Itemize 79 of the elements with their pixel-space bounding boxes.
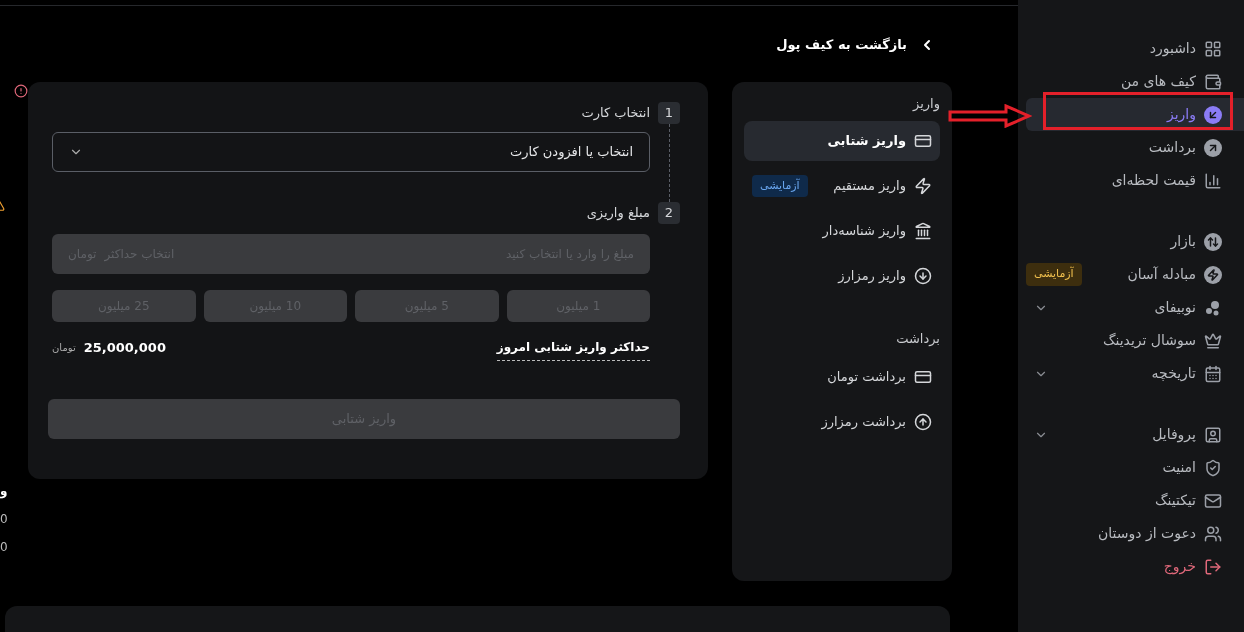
- menu-item-label: برداشت رمزارز: [821, 412, 906, 432]
- sidebar-label: کیف های من: [1120, 72, 1196, 92]
- back-link[interactable]: بازگشت به کیف پول: [776, 35, 935, 55]
- sidebar-label: قیمت لحظه‌ای: [1111, 171, 1196, 190]
- clipped-text: 0: [0, 538, 8, 556]
- sidebar-label: پروفایل: [1152, 425, 1196, 445]
- step-label: مبلغ واریزی: [586, 203, 650, 223]
- alert-icon: [14, 83, 28, 98]
- sidebar-label: خروج: [1163, 557, 1196, 577]
- sidebar-item[interactable]: قیمت لحظه‌ای: [1026, 164, 1244, 197]
- calendar-icon: [1204, 364, 1222, 383]
- menu-item-label: واریز رمزارز: [838, 267, 906, 286]
- sidebar-label: بازار: [1170, 232, 1196, 252]
- grid-icon: [1204, 39, 1222, 58]
- arrows-up-down-icon: [1204, 232, 1222, 251]
- sidebar-item[interactable]: امنیت: [1026, 451, 1244, 484]
- lightning-icon: [914, 177, 932, 196]
- step-number: 1: [658, 101, 680, 124]
- logout-icon: [1204, 557, 1222, 576]
- limit-label: حداکثر واریز شتابی امروز: [496, 337, 650, 361]
- wallet-icon: [1204, 72, 1222, 91]
- users-icon: [1204, 524, 1222, 543]
- lightning-icon: [1204, 265, 1222, 284]
- sidebar-item[interactable]: خروج: [1026, 550, 1244, 583]
- sidebar-label: سوشال تریدینگ: [1102, 331, 1196, 351]
- sidebar-label: تاریخچه: [1151, 364, 1196, 383]
- section-title: برداشت: [895, 330, 940, 349]
- sidebar-item[interactable]: نوبیفای: [1026, 291, 1244, 324]
- bar-chart-icon: [1204, 171, 1222, 190]
- sidebar-label: امنیت: [1162, 458, 1196, 477]
- menu-item[interactable]: واریز شتابی: [744, 121, 940, 162]
- crown-icon: [1204, 331, 1222, 350]
- arrow-up-right-icon: [1204, 138, 1222, 157]
- step-label: انتخاب کارت: [581, 103, 650, 123]
- limit-value: 25,000,000: [83, 338, 166, 357]
- bank-icon: [914, 222, 932, 241]
- sidebar-label: برداشت: [1148, 138, 1196, 158]
- sidebar-label: مبادله آسان: [1127, 265, 1196, 284]
- sidebar-label: تیکتینگ: [1154, 491, 1196, 510]
- menu-item[interactable]: برداشت رمزارز: [744, 401, 940, 442]
- sidebar-label: نوبیفای: [1154, 298, 1196, 318]
- menu-item[interactable]: برداشت تومان: [744, 356, 940, 397]
- step-number: 2: [658, 201, 680, 224]
- sidebar-item[interactable]: کیف های من: [1026, 65, 1244, 98]
- arrow-down-left-icon: [1204, 105, 1222, 124]
- sidebar-label: واریز: [1166, 105, 1196, 125]
- menu-item-label: واریز شتابی: [827, 132, 906, 151]
- sidebar-label: دعوت از دوستان: [1097, 524, 1196, 544]
- beta-badge: آزمایشی: [1026, 263, 1082, 286]
- sidebar-item[interactable]: واریز: [1026, 98, 1244, 131]
- card-select[interactable]: انتخاب یا افزودن کارت: [52, 131, 650, 172]
- beta-badge: آزمایشی: [752, 174, 808, 198]
- menu-item[interactable]: واریز رمزارز: [744, 256, 940, 297]
- menu-item-label: برداشت تومان: [827, 367, 906, 387]
- clipped-text: 0: [0, 510, 8, 528]
- sidebar-label: داشبورد: [1149, 39, 1196, 59]
- menu-item-label: واریز مستقیم: [833, 177, 906, 196]
- download-icon: [914, 267, 932, 286]
- mail-icon: [1204, 491, 1222, 510]
- shield-icon: [1204, 458, 1222, 477]
- sidebar-item[interactable]: داشبورد: [1026, 32, 1244, 65]
- bubbles-icon: [1204, 298, 1222, 317]
- section-title: واریز: [911, 94, 940, 114]
- limit-unit: تومان: [52, 340, 76, 355]
- sidebar-item[interactable]: پروفایل: [1026, 418, 1244, 451]
- user-icon: [1204, 425, 1222, 444]
- select-placeholder: انتخاب یا افزودن کارت: [510, 142, 633, 162]
- clipped-text: و: [0, 482, 8, 500]
- menu-item-label: واریز شناسه‌دار: [822, 222, 906, 241]
- menu-item[interactable]: واریز مستقیم آزمایشی: [744, 166, 940, 207]
- sidebar-item[interactable]: مبادله آسان آزمایشی: [1026, 258, 1244, 291]
- sidebar-item[interactable]: تاریخچه: [1026, 357, 1244, 390]
- upload-icon: [914, 412, 932, 431]
- sidebar-item[interactable]: برداشت: [1026, 131, 1244, 164]
- sidebar-item[interactable]: بازار: [1026, 225, 1244, 258]
- sidebar-item[interactable]: دعوت از دوستان: [1026, 517, 1244, 550]
- menu-item[interactable]: واریز شناسه‌دار: [744, 211, 940, 252]
- sidebar-item[interactable]: سوشال تریدینگ: [1026, 324, 1244, 357]
- sidebar-item[interactable]: تیکتینگ: [1026, 484, 1244, 517]
